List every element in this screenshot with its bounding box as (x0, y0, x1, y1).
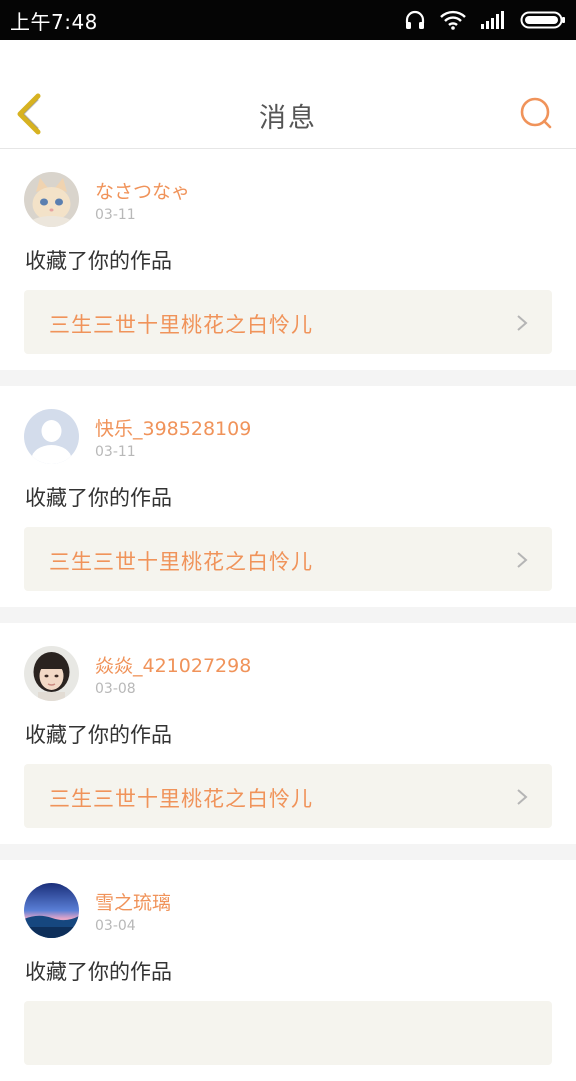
landscape-avatar (24, 883, 79, 938)
action-text: 收藏了你的作品 (25, 723, 172, 747)
username[interactable]: 快乐_398528109 (95, 414, 251, 441)
message-card: 快乐_398528109 03-11 收藏了你的作品 三生三世十里桃花之白怜儿 (0, 386, 576, 607)
chevron-right-icon (517, 315, 528, 331)
username[interactable]: なさつなゃ (95, 177, 190, 204)
girl-avatar (24, 646, 79, 701)
work-title: 三生三世十里桃花之白怜儿 (49, 787, 313, 811)
search-button[interactable] (518, 95, 554, 131)
work-link[interactable]: 三生三世十里桃花之白怜儿 (24, 527, 552, 591)
battery-icon (520, 11, 565, 29)
message-card: 焱焱_421027298 03-08 收藏了你的作品 三生三世十里桃花之白怜儿 (0, 623, 576, 844)
headset-icon (405, 10, 425, 29)
action-text: 收藏了你的作品 (25, 960, 172, 984)
divider (0, 844, 576, 860)
app-header: 消息 (0, 40, 576, 149)
message-date: 03-08 (95, 681, 136, 697)
chevron-right-icon (517, 552, 528, 568)
user-avatar[interactable] (24, 646, 79, 701)
message-date: 03-04 (95, 918, 136, 934)
user-avatar[interactable] (24, 172, 79, 227)
divider (0, 607, 576, 623)
user-avatar[interactable] (24, 883, 79, 938)
message-date: 03-11 (95, 207, 136, 223)
status-time: 上午7:48 (10, 9, 98, 34)
page-title: 消息 (259, 103, 317, 134)
divider (0, 370, 576, 386)
signal-icon (481, 11, 504, 29)
message-date: 03-11 (95, 444, 136, 460)
work-title: 三生三世十里桃花之白怜儿 (49, 313, 313, 337)
message-card: なさつなゃ 03-11 收藏了你的作品 三生三世十里桃花之白怜儿 (0, 149, 576, 370)
work-link[interactable] (24, 1001, 552, 1065)
message-list: なさつなゃ 03-11 收藏了你的作品 三生三世十里桃花之白怜儿 快乐_3985… (0, 149, 576, 1081)
action-text: 收藏了你的作品 (25, 486, 172, 510)
work-link[interactable]: 三生三世十里桃花之白怜儿 (24, 290, 552, 354)
search-icon (520, 97, 552, 129)
user-avatar[interactable] (24, 409, 79, 464)
default-avatar (24, 409, 79, 464)
message-card: 雪之琉璃 03-04 收藏了你的作品 (0, 860, 576, 1081)
status-icons (404, 9, 566, 31)
work-title: 三生三世十里桃花之白怜儿 (49, 550, 313, 574)
wifi-icon (440, 10, 466, 30)
action-text: 收藏了你的作品 (25, 249, 172, 273)
status-bar: 上午7:48 (0, 0, 576, 40)
username[interactable]: 雪之琉璃 (95, 888, 171, 915)
username[interactable]: 焱焱_421027298 (95, 651, 251, 678)
chevron-right-icon (517, 789, 528, 805)
work-link[interactable]: 三生三世十里桃花之白怜儿 (24, 764, 552, 828)
kitten-avatar (24, 172, 79, 227)
